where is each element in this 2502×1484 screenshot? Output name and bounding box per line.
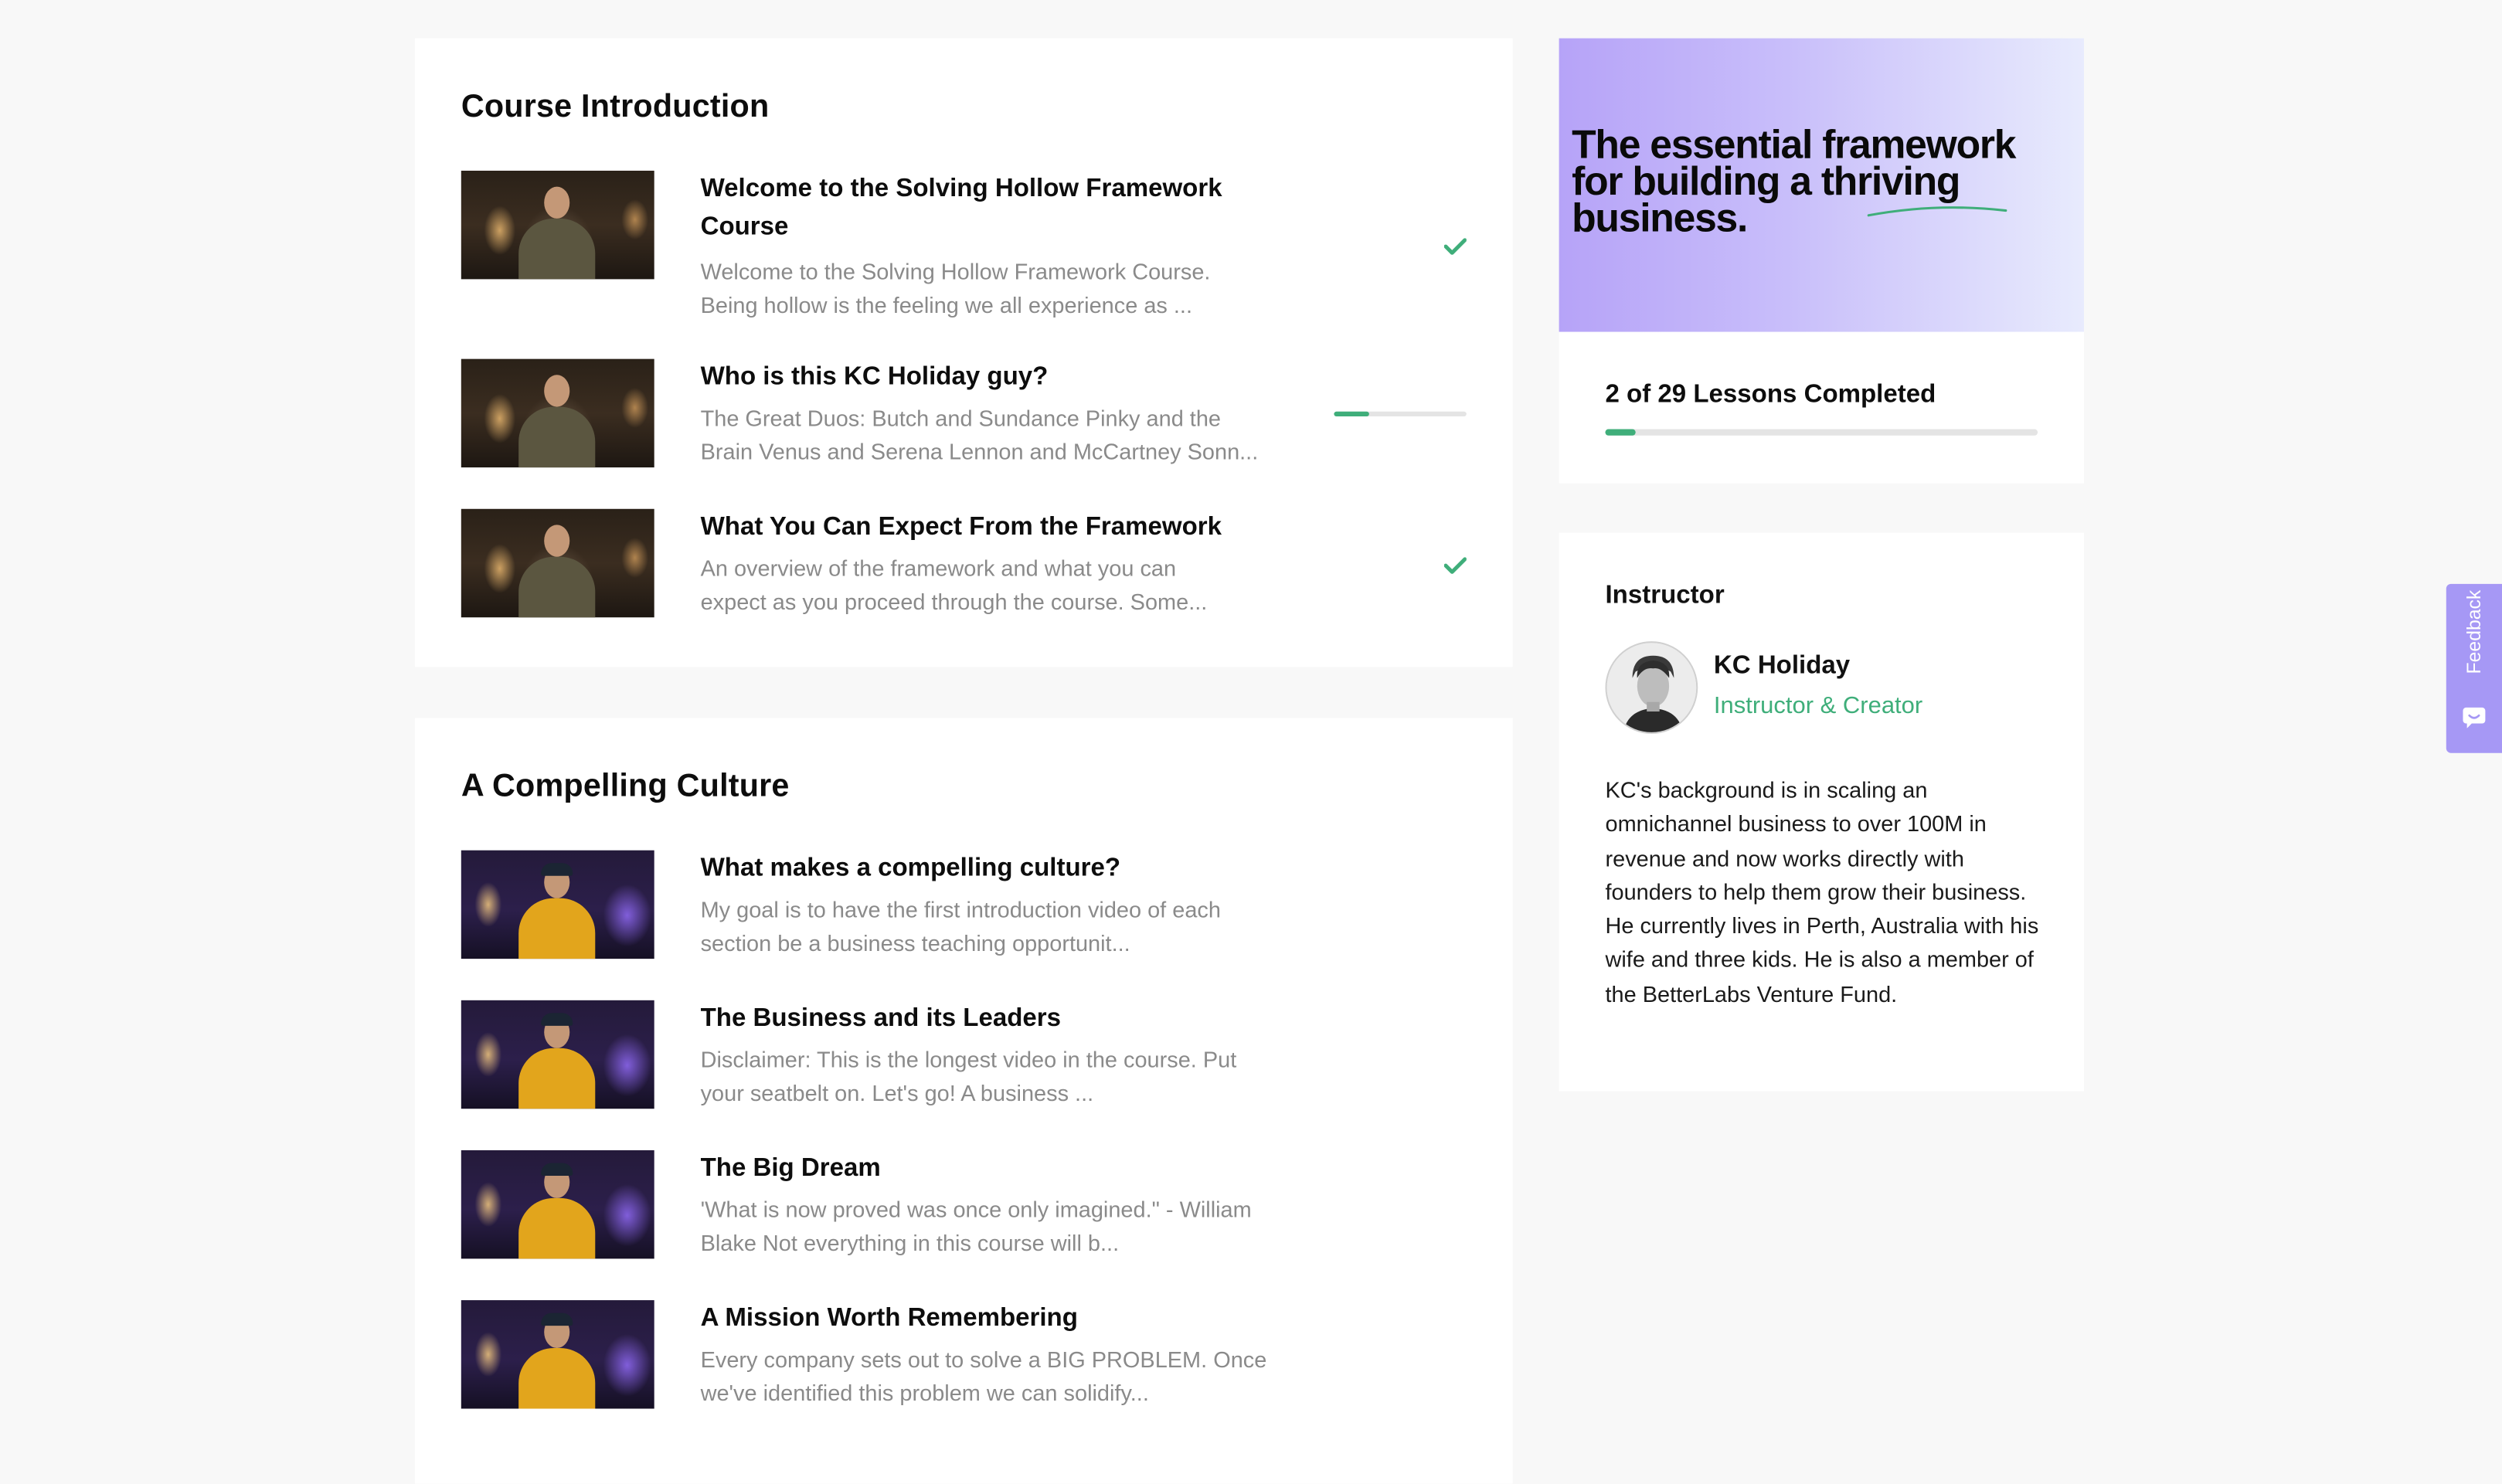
lesson-description: An overview of the framework and what yo… <box>700 555 1208 615</box>
lesson-title[interactable]: Who is this KC Holiday guy? <box>701 359 1307 398</box>
thumbnail-person <box>518 898 596 959</box>
feedback-label[interactable]: Feedback <box>2463 590 2485 674</box>
chat-smile-icon[interactable] <box>2462 707 2486 729</box>
avatar <box>1605 641 1698 734</box>
lesson-title[interactable]: The Business and its Leaders <box>701 1000 1307 1039</box>
thumbnail-person-head <box>544 525 570 557</box>
lesson-item[interactable]: What You Can Expect From the Framework A… <box>461 508 1467 624</box>
section-card-course-introduction: Course Introduction Welcome to the Solvi… <box>414 38 1513 667</box>
section-card-compelling-culture: A Compelling Culture What makes a compel… <box>414 718 1513 1484</box>
instructor-heading: Instructor <box>1605 582 1725 610</box>
thumbnail-person-head <box>541 863 573 898</box>
lesson-thumbnail[interactable] <box>461 1300 654 1409</box>
lesson-item[interactable]: The Business and its Leaders Disclaimer:… <box>461 1000 1467 1116</box>
lesson-progress-fill <box>1334 411 1370 416</box>
thumbnail-person-head <box>541 1313 573 1349</box>
lesson-title[interactable]: Welcome to the Solving Hollow Framework … <box>701 171 1307 247</box>
lesson-description: Disclaimer: This is the longest video in… <box>700 1046 1237 1106</box>
section-title: Course Introduction <box>461 89 770 125</box>
instructor-role: Instructor & Creator <box>1713 692 1923 720</box>
lesson-title[interactable]: A Mission Worth Remembering <box>701 1300 1307 1339</box>
course-progress-card: The essential framework for building a t… <box>1559 38 2085 484</box>
lesson-title[interactable]: What You Can Expect From the Framework <box>701 509 1307 548</box>
instructor-name: KC Holiday <box>1713 652 1851 680</box>
lesson-description: My goal is to have the first introductio… <box>700 896 1221 956</box>
lesson-thumbnail[interactable] <box>461 1000 654 1109</box>
feedback-tab[interactable]: Feedback <box>2446 583 2502 753</box>
thumbnail-person-head <box>544 186 570 219</box>
avatar-portrait <box>1606 643 1697 732</box>
page: Course Introduction Welcome to the Solvi… <box>0 0 2502 1484</box>
underline-swoosh-icon <box>1867 206 2007 217</box>
lesson-description: 'What is now proved was once only imagin… <box>700 1196 1252 1256</box>
thumbnail-person-head <box>544 375 570 407</box>
lesson-title[interactable]: What makes a compelling culture? <box>701 851 1307 889</box>
lesson-thumbnail[interactable] <box>461 1150 654 1259</box>
thumbnail-person <box>518 1048 596 1109</box>
section-title: A Compelling Culture <box>461 769 790 804</box>
lesson-thumbnail[interactable] <box>461 170 654 280</box>
instructor-bio: KC's background is in scaling an omnicha… <box>1605 776 2039 1007</box>
thumbnail-person-head <box>541 1163 573 1198</box>
thumbnail-person <box>518 1197 596 1259</box>
lesson-thumbnail[interactable] <box>461 850 654 959</box>
instructor-card: Instructor KC Holiday Instructor & Creat… <box>1559 532 2085 1092</box>
lesson-description: The Great Duos: Butch and Sundance Pinky… <box>700 405 1259 464</box>
lesson-description: Every company sets out to solve a BIG PR… <box>700 1346 1267 1406</box>
check-icon <box>1443 557 1467 574</box>
check-icon <box>1443 238 1467 255</box>
lesson-item[interactable]: A Mission Worth Remembering Every compan… <box>461 1300 1467 1415</box>
lesson-item[interactable]: Who is this KC Holiday guy? The Great Du… <box>461 358 1467 474</box>
thumbnail-person-head <box>541 1013 573 1048</box>
lesson-thumbnail[interactable] <box>461 358 654 468</box>
lesson-item[interactable]: Welcome to the Solving Hollow Framework … <box>461 170 1467 318</box>
lesson-item[interactable]: The Big Dream 'What is now proved was on… <box>461 1150 1467 1265</box>
lesson-title[interactable]: The Big Dream <box>701 1150 1307 1189</box>
lesson-description: Welcome to the Solving Hollow Framework … <box>700 258 1211 318</box>
course-banner: The essential framework for building a t… <box>1559 38 2085 332</box>
lesson-progress-bar <box>1334 411 1467 416</box>
thumbnail-person <box>518 218 596 280</box>
lesson-item[interactable]: What makes a compelling culture? My goal… <box>461 850 1467 966</box>
lesson-thumbnail[interactable] <box>461 508 654 618</box>
course-progress-bar <box>1605 429 2038 436</box>
course-progress-fill <box>1605 429 1636 436</box>
thumbnail-person <box>518 406 596 468</box>
thumbnail-person <box>518 556 596 618</box>
thumbnail-person <box>518 1348 596 1409</box>
lessons-completed-label: 2 of 29 Lessons Completed <box>1605 381 1936 409</box>
banner-text: The essential framework for building a t… <box>1572 123 2016 241</box>
